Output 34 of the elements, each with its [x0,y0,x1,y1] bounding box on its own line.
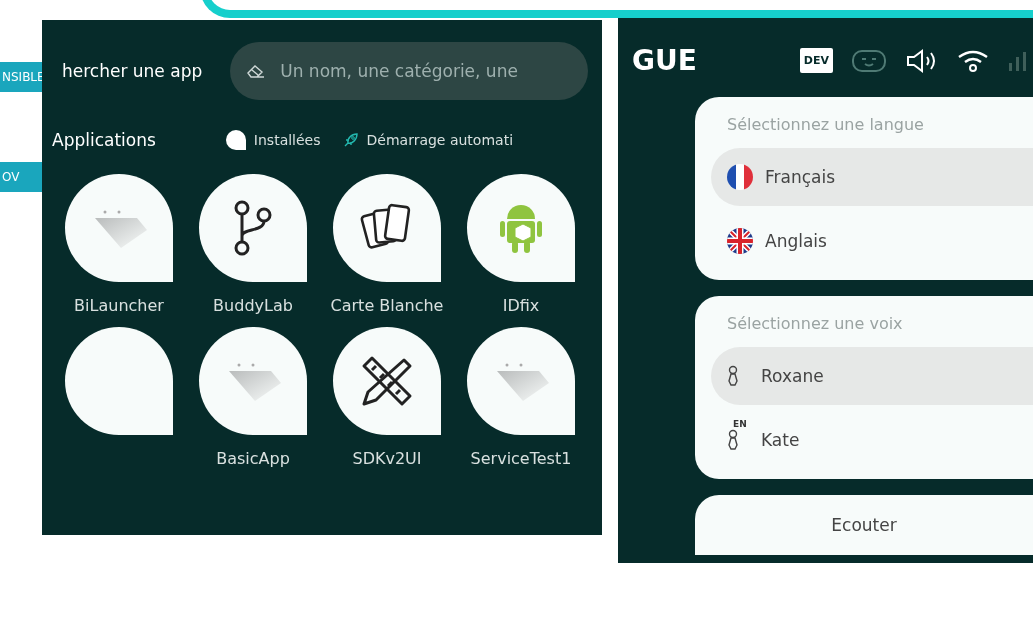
screen-title: GUE [632,44,697,77]
listen-button[interactable]: Ecouter [695,495,1033,555]
app-name: Carte Blanche [330,296,444,315]
app-name: IDfix [502,296,540,315]
voice-option[interactable]: Roxane [711,347,1033,405]
app-name: BiLauncher [74,296,164,315]
ruler-pencil-icon [360,354,414,408]
app-name: BasicApp [216,449,290,468]
flag-icon [727,164,753,190]
voice-option[interactable]: EN Kate [711,411,1033,469]
flag-icon [727,228,753,254]
filter-toggle[interactable]: Démarrage automati [342,130,514,150]
app-name: ServiceTest1 [470,449,572,468]
dev-badge: DEV [799,48,833,73]
eraser-icon [246,63,267,79]
language-label: EN [733,419,747,429]
rocket-icon [342,132,359,148]
person-icon [727,429,739,451]
section-title: Applications [52,130,156,150]
search-input[interactable]: Un nom, une catégorie, une [278,60,523,82]
language-option[interactable]: Anglais [711,212,1033,270]
language-option[interactable]: Français [711,148,1033,206]
person-icon [727,365,739,387]
drop-icon [225,130,246,150]
card-heading: Sélectionnez une voix [726,314,904,333]
search-label: hercher une app [62,61,203,81]
robot-face-icon [851,47,887,74]
card-heading: Sélectionnez une langue [726,115,925,134]
branch-icon [233,200,273,256]
search-field[interactable]: Un nom, une catégorie, une [230,42,588,100]
app-name: BuddyLab [213,296,293,315]
signal-icon [1007,50,1027,71]
app-name: SDKv2UI [352,449,422,468]
filter-toggle[interactable]: Installées [225,130,321,150]
